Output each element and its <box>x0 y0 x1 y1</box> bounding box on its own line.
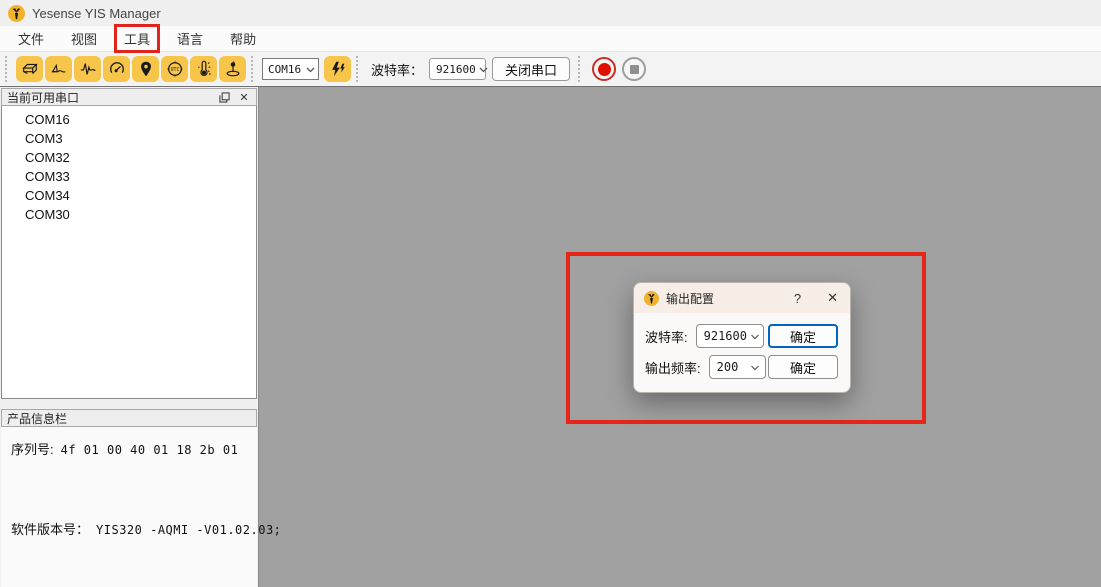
menu-view[interactable]: 视图 <box>63 26 105 51</box>
firmware-version-line: 软件版本号： YIS320 -AQMI -V01.02.03; <box>11 519 281 538</box>
com-port-select[interactable]: COM16 <box>262 58 319 80</box>
refresh-ports-button[interactable] <box>324 56 351 82</box>
attitude-waveform-icon <box>50 60 68 78</box>
dock-splitter[interactable] <box>0 399 258 408</box>
dialog-frequency-select[interactable]: 200 <box>709 355 766 379</box>
dialog-titlebar: 输出配置 ? ✕ <box>634 283 850 313</box>
menu-help[interactable]: 帮助 <box>222 26 264 51</box>
left-dock: 当前可用串口 ✕ COM16 COM3 COM32 COM33 COM34 CO… <box>0 87 258 587</box>
chevron-down-icon <box>306 63 315 76</box>
record-icon <box>598 63 611 76</box>
dialog-frequency-label: 输出频率: <box>645 358 701 377</box>
menu-file[interactable]: 文件 <box>10 26 52 51</box>
gauge-button[interactable] <box>103 56 130 82</box>
baud-rate-select[interactable]: 921600 <box>429 58 486 80</box>
serial-number-line: 序列号: 4f 01 00 40 01 18 2b 01 <box>11 439 238 458</box>
close-serial-port-button[interactable]: 关闭串口 <box>492 57 570 81</box>
utc-clock-button[interactable]: UTC <box>161 56 188 82</box>
dialog-close-icon[interactable]: ✕ <box>827 290 838 306</box>
port-list-item[interactable]: COM30 <box>2 205 256 224</box>
signal-waveform-icon <box>79 60 97 78</box>
dialog-logo-icon <box>644 291 659 306</box>
port-list-item[interactable]: COM32 <box>2 148 256 167</box>
port-list-item[interactable]: COM16 <box>2 110 256 129</box>
chevron-down-icon <box>479 63 488 76</box>
output-frequency-row: 输出频率: 200 确定 <box>645 355 838 379</box>
serial-number-value: 4f 01 00 40 01 18 2b 01 <box>61 443 239 457</box>
available-ports-list: COM16 COM3 COM32 COM33 COM34 COM30 <box>1 106 257 399</box>
port-list-item[interactable]: COM33 <box>2 167 256 186</box>
toolbar-grip[interactable] <box>578 56 585 82</box>
output-config-dialog: 输出配置 ? ✕ 波特率: 921600 确定 输出频率: 200 <box>633 282 851 393</box>
confirm-baud-button[interactable]: 确定 <box>768 324 838 348</box>
port-list-item[interactable]: COM34 <box>2 186 256 205</box>
3d-model-icon <box>21 60 39 78</box>
stop-button[interactable] <box>622 57 646 81</box>
dialog-baud-value: 921600 <box>704 329 747 343</box>
dialog-baud-select[interactable]: 921600 <box>696 324 764 348</box>
chevron-down-icon <box>750 329 760 343</box>
dialog-help-button[interactable]: ? <box>794 291 801 306</box>
info-panel-title: 产品信息栏 <box>7 410 251 427</box>
temperature-icon <box>195 60 213 78</box>
location-icon <box>137 60 155 78</box>
menu-language[interactable]: 语言 <box>169 26 211 51</box>
product-info-area: 序列号: 4f 01 00 40 01 18 2b 01 软件版本号： YIS3… <box>1 427 257 587</box>
app-window: Yesense YIS Manager 文件 视图 工具 语言 帮助 <box>0 0 1101 587</box>
signal-waveform-button[interactable] <box>74 56 101 82</box>
close-panel-icon[interactable]: ✕ <box>237 90 251 104</box>
confirm-frequency-button[interactable]: 确定 <box>768 355 838 379</box>
menu-tools[interactable]: 工具 <box>116 26 158 51</box>
toolbar-grip[interactable] <box>5 56 12 82</box>
joystick-icon <box>224 60 242 78</box>
float-panel-icon[interactable] <box>217 90 231 104</box>
baud-rate-label: 波特率： <box>371 60 423 79</box>
info-panel-header: 产品信息栏 <box>1 409 257 427</box>
firmware-version-label: 软件版本号： <box>11 519 89 538</box>
record-button[interactable] <box>592 57 616 81</box>
gauge-icon <box>108 60 126 78</box>
app-logo-icon <box>8 5 25 22</box>
ports-panel-title: 当前可用串口 <box>7 89 211 106</box>
dialog-baud-label: 波特率: <box>645 327 688 346</box>
location-button[interactable] <box>132 56 159 82</box>
temperature-button[interactable] <box>190 56 217 82</box>
svg-text:UTC: UTC <box>170 67 179 73</box>
toolbar: UTC <box>0 52 1101 87</box>
ports-panel-header: 当前可用串口 ✕ <box>1 88 257 106</box>
firmware-version-value: YIS320 -AQMI -V01.02.03; <box>96 523 281 537</box>
baud-rate-value: 921600 <box>436 63 476 76</box>
chevron-down-icon <box>750 360 760 374</box>
utc-clock-icon: UTC <box>166 60 184 78</box>
window-title: Yesense YIS Manager <box>32 6 161 21</box>
serial-number-label: 序列号: <box>11 439 54 458</box>
baud-rate-row: 波特率: 921600 确定 <box>645 324 838 348</box>
com-port-value: COM16 <box>268 63 303 76</box>
menubar: 文件 视图 工具 语言 帮助 <box>0 26 1101 52</box>
attitude-waveform-button[interactable] <box>45 56 72 82</box>
titlebar: Yesense YIS Manager <box>0 0 1101 26</box>
port-list-item[interactable]: COM3 <box>2 129 256 148</box>
3d-model-button[interactable] <box>16 56 43 82</box>
body: 当前可用串口 ✕ COM16 COM3 COM32 COM33 COM34 CO… <box>0 87 1101 587</box>
joystick-button[interactable] <box>219 56 246 82</box>
dialog-frequency-value: 200 <box>717 360 747 374</box>
dialog-title: 输出配置 <box>666 290 794 307</box>
toolbar-grip[interactable] <box>251 56 258 82</box>
stop-icon <box>630 65 639 74</box>
refresh-lightning-icon <box>329 60 347 78</box>
dialog-body: 波特率: 921600 确定 输出频率: 200 确定 <box>634 313 850 392</box>
toolbar-grip[interactable] <box>356 56 363 82</box>
